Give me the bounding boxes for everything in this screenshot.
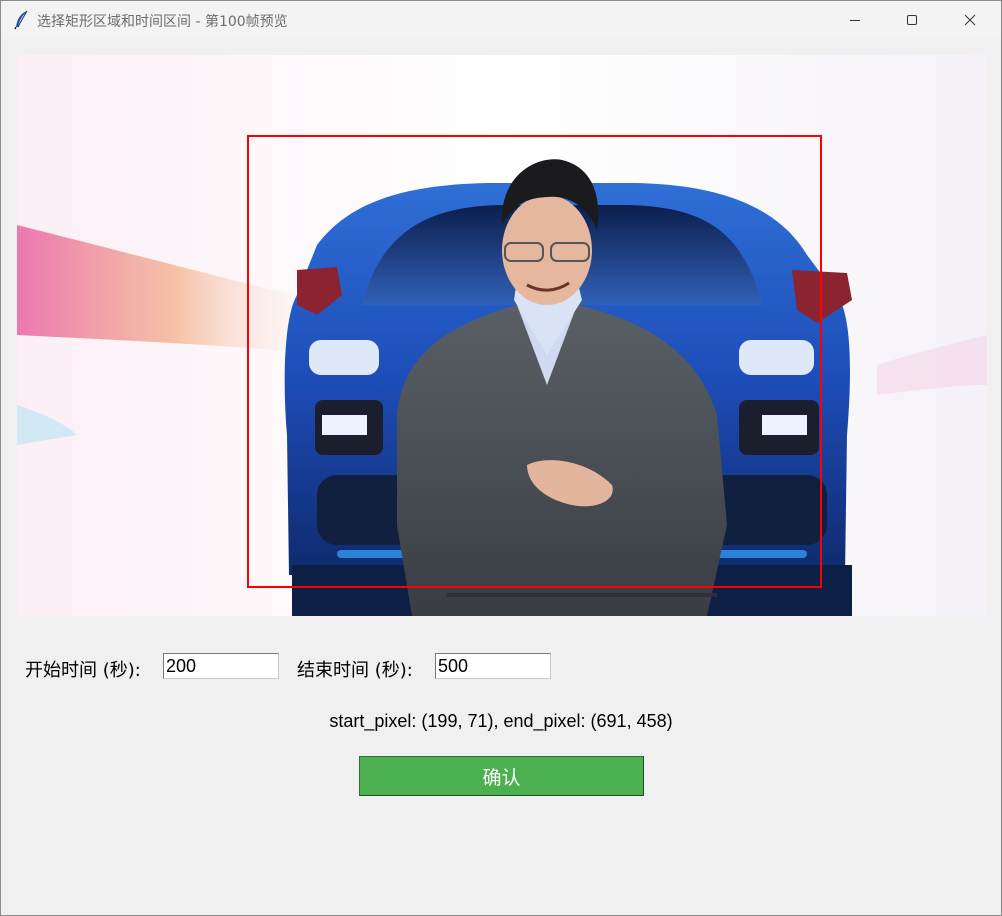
start-time-input[interactable] <box>163 653 279 679</box>
feather-icon <box>13 10 31 30</box>
time-range-row: 开始时间 (秒): 结束时间 (秒): <box>25 653 985 681</box>
end-time-label: 结束时间 (秒): <box>297 660 413 681</box>
close-button[interactable] <box>942 1 998 39</box>
title-bar[interactable]: 选择矩形区域和时间区间 - 第100帧预览 <box>1 1 1001 39</box>
maximize-icon <box>907 15 917 25</box>
end-time-input[interactable] <box>435 653 551 679</box>
maximize-button[interactable] <box>884 1 940 39</box>
pixel-coordinates-label: start_pixel: (199, 71), end_pixel: (691,… <box>329 711 673 731</box>
confirm-button[interactable]: 确认 <box>359 756 644 796</box>
close-icon <box>964 14 976 26</box>
selection-rectangle[interactable] <box>247 135 822 588</box>
video-frame-preview[interactable] <box>17 55 987 616</box>
window-title: 选择矩形区域和时间区间 - 第100帧预览 <box>37 14 288 30</box>
confirm-button-label: 确认 <box>482 766 521 789</box>
minimize-button[interactable] <box>827 1 883 39</box>
start-time-label: 开始时间 (秒): <box>25 660 141 681</box>
minimize-icon <box>850 20 860 21</box>
app-window: 选择矩形区域和时间区间 - 第100帧预览 开始时间 (秒): 200 结束时间… <box>0 0 1002 916</box>
